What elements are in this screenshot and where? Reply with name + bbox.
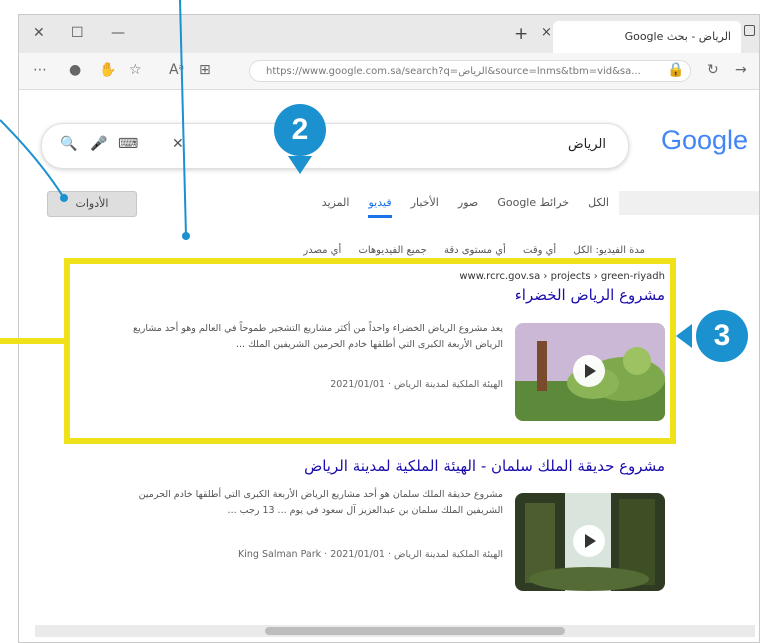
callout-badge: 2: [274, 104, 326, 156]
annotation-lines: [0, 0, 692, 348]
callout-badge: 3: [696, 310, 748, 362]
